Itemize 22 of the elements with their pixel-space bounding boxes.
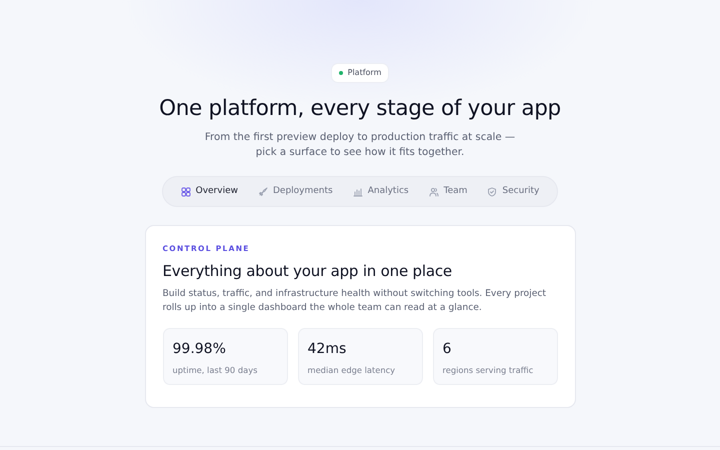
bar-chart-icon (352, 186, 363, 197)
tab[interactable]: Analytics (344, 180, 417, 202)
page-title: One platform, every stage of your app (159, 96, 561, 122)
tab[interactable]: Security (479, 180, 548, 202)
section-description: Build status, traffic, and infrastructure health without switching tools. Every project rolls up into a single dashboard the whole team can read at a glance. (162, 286, 548, 316)
tab[interactable]: Overview (172, 180, 246, 202)
tab[interactable]: Deployments (250, 180, 341, 202)
section-heading: Everything about your app in one place (162, 262, 453, 280)
stat-value: 6 (442, 340, 452, 359)
stat-label: regions serving traffic (442, 364, 534, 376)
tab[interactable]: Team (420, 180, 476, 202)
grid-icon (180, 186, 191, 197)
shield-icon (487, 186, 498, 197)
stat-label: median edge latency (308, 364, 396, 376)
people-icon (428, 186, 439, 197)
stat-value: 42ms (308, 340, 348, 359)
status-dot (338, 71, 343, 75)
page-subtitle: From the first preview deploy to production traffic at scale — pick a surface to see how it fits together. (204, 130, 516, 160)
rocket-icon (258, 186, 268, 197)
stat-value: 99.98% (172, 340, 227, 359)
badge-label: Platform (348, 67, 382, 79)
stat-label: uptime, last 90 days (172, 364, 258, 376)
